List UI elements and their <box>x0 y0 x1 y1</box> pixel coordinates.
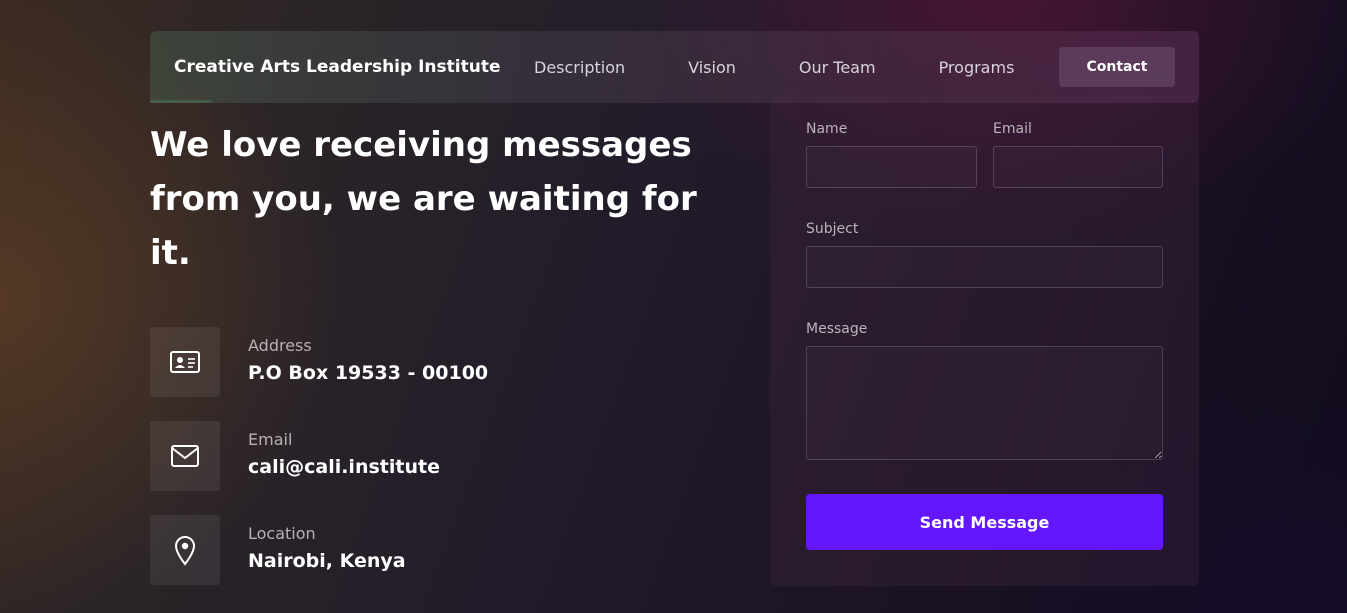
message-textarea[interactable] <box>806 346 1163 460</box>
location-value: Nairobi, Kenya <box>248 550 406 572</box>
address-value: P.O Box 19533 - 00100 <box>248 362 489 384</box>
mail-icon <box>150 421 220 491</box>
contact-form: Name Email Subject Message Send Message <box>770 95 1199 586</box>
email-value[interactable]: cali@cali.institute <box>248 456 440 478</box>
nav-contact-button[interactable]: Contact <box>1059 47 1175 87</box>
nav-links: Description Vision Our Team Programs Con… <box>534 47 1175 87</box>
email-label: Email <box>248 430 293 449</box>
location-pin-icon <box>150 515 220 585</box>
nav-link-vision[interactable]: Vision <box>688 58 736 77</box>
send-message-button[interactable]: Send Message <box>806 494 1163 550</box>
brand-logo-text[interactable]: Creative Arts Leadership Institute <box>174 57 534 77</box>
email-field-label: Email <box>993 121 1032 137</box>
subject-input[interactable] <box>806 246 1163 288</box>
nav-link-description[interactable]: Description <box>534 58 625 77</box>
nav-link-programs[interactable]: Programs <box>939 58 1015 77</box>
contact-info-email: Email cali@cali.institute <box>150 421 570 491</box>
page-headline: We love receiving messages from you, we … <box>150 125 697 273</box>
message-label: Message <box>806 321 868 337</box>
email-input[interactable] <box>993 146 1163 188</box>
location-label: Location <box>248 524 316 543</box>
subject-label: Subject <box>806 221 859 237</box>
address-label: Address <box>248 336 312 355</box>
name-label: Name <box>806 121 848 137</box>
nav-link-our-team[interactable]: Our Team <box>799 58 876 77</box>
contact-info-location: Location Nairobi, Kenya <box>150 515 570 585</box>
name-input[interactable] <box>806 146 977 188</box>
id-card-icon <box>150 327 220 397</box>
navbar: Creative Arts Leadership Institute Descr… <box>150 31 1199 103</box>
contact-info-address: Address P.O Box 19533 - 00100 <box>150 327 570 397</box>
